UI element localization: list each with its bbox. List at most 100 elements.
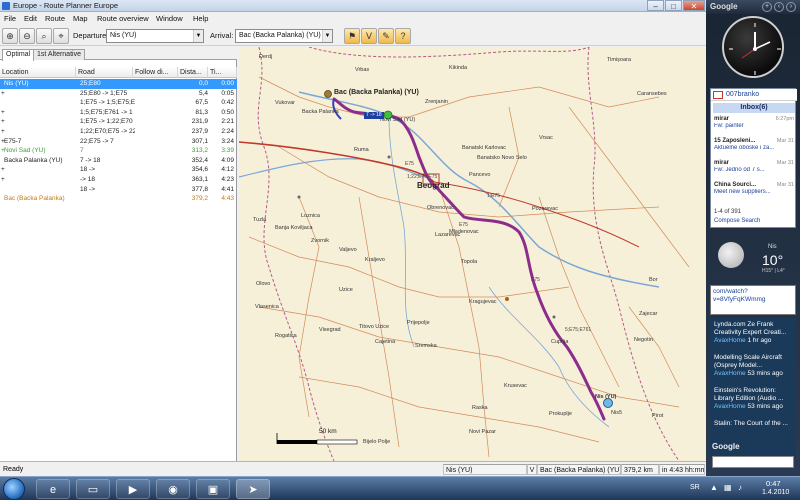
city-label: Prokuplje [549,411,572,417]
weather-gadget[interactable]: Nis 10° H15° | L4° [710,236,796,284]
arrival-select[interactable]: Bac (Backa Palanka) (YU) ▼ [235,29,333,43]
departure-select[interactable]: Nis (YU) ▼ [106,29,204,43]
table-row[interactable]: +25;E80 -> 1;E75 5,4 0:05 [0,89,237,99]
app-icon [2,2,10,10]
route-calc-icon[interactable]: ⚑ [344,28,360,44]
expand-icon[interactable]: + [1,127,5,137]
gmail-username[interactable]: 007branko [726,90,759,100]
table-row[interactable]: + -> 18 363,1 4:23 [0,175,237,185]
save-app-icon[interactable]: ▣ [196,479,230,499]
gmail-inbox-dropdown[interactable]: Inbox(6) [713,103,795,113]
feed-item[interactable]: Einstein's Revolution: Library Edition (… [714,387,794,411]
zoom-in-icon[interactable]: ⊕ [2,28,18,44]
menu-route-overview[interactable]: Route overview [97,14,149,24]
media-player-icon[interactable]: ▶ [116,479,150,499]
title-bar: Europe - Route Planner Europe – □ ✕ [0,0,706,12]
expand-icon[interactable]: + [1,89,5,99]
explorer-folder-icon[interactable]: ▭ [76,479,110,499]
taskbar-time[interactable]: 0:47 [766,479,781,488]
river-danube [298,91,660,288]
firefox-icon[interactable]: ◉ [156,479,190,499]
add-gadget-icon[interactable]: + [762,2,772,12]
arrival-label: Arrival: [210,31,234,40]
expand-icon[interactable]: + [1,165,5,175]
minimize-button[interactable]: – [647,0,664,11]
city-label: Krusevac [504,383,527,389]
menu-route[interactable]: Route [45,14,65,24]
network-icon[interactable]: ▦ [724,483,734,493]
feed-age: 1 hr ago [747,337,772,344]
table-row[interactable]: +1;5;E75;E761 -> 1 81,3 0:50 [0,108,237,118]
row-road: 1;E75 -> 1;22;E70 [80,118,133,126]
maximize-button[interactable]: □ [665,0,682,11]
menu-file[interactable]: File [4,14,16,24]
taskbar-date[interactable]: 1.4.2010 [762,489,789,496]
help-icon[interactable]: ? [395,28,411,44]
city-label: Đerdj [259,54,273,60]
google-search-input[interactable] [712,456,794,468]
start-button[interactable] [3,478,25,500]
mail-item[interactable]: China Sourci... Mar 31 Meet new supplier… [714,182,794,196]
row-road: 1;E75 -> 1;5;E75;E8 [80,99,135,107]
column-distance[interactable]: Dista... [178,67,208,78]
via-icon[interactable]: V [361,28,377,44]
language-indicator[interactable]: SR [690,484,700,491]
chevron-down-icon[interactable]: ▼ [193,30,203,42]
table-row[interactable]: Nis (YU) 25;E80 0,0 0:00 [0,79,237,89]
table-row[interactable]: +18 -> 354,6 4:12 [0,165,237,175]
chevron-down-icon[interactable]: ▼ [322,30,332,42]
table-row[interactable]: +1;E75 -> 1;22;E70 231,9 2:21 [0,117,237,127]
link-gadget[interactable]: com/watch?v=8VfyFqKWmmg [710,285,796,315]
table-row[interactable]: 18 -> 377,8 4:41 [0,185,237,195]
table-row[interactable]: Backa Palanka (YU) 7 -> 18 352,4 4:09 [0,156,237,166]
zoom-out-icon[interactable]: ⊖ [19,28,35,44]
close-button[interactable]: ✕ [683,0,705,11]
row-road: 1;5;E75;E761 -> 1 [80,108,133,116]
feed-item[interactable]: Stalin: The Court of the ... [714,420,794,428]
feed-item[interactable]: Modelling Scale Aircraft (Osprey Model..… [714,354,794,378]
ie-icon[interactable]: e [36,479,70,499]
city-label: Banja Koviljaca [275,225,313,231]
prev-icon[interactable]: ‹ [774,2,784,12]
zoom-route-icon[interactable]: ⌖ [53,28,69,44]
map-view[interactable]: Đerdj Bac (Backa Palanka) (YU) Vrbas Vuk… [239,47,706,461]
city-label: Zrenjanin [425,99,448,105]
table-row[interactable]: +1;22;E70;E75 -> 22 237,9 2:24 [0,127,237,137]
menu-map[interactable]: Map [73,14,88,24]
menu-window[interactable]: Window [156,14,183,24]
youtube-link[interactable]: com/watch?v=8VfyFqKWmmg [713,288,766,303]
tab-optimal[interactable]: Optimal [2,49,35,61]
column-road[interactable]: Road [76,67,133,78]
tray-chevron-icon[interactable]: ▲ [710,483,720,493]
table-row[interactable]: Bac (Backa Palanka) 379,2 4:43 [0,194,237,204]
feed-source: AvaxHome [714,337,746,344]
destination-marker[interactable] [324,90,332,98]
expand-icon[interactable]: + [1,117,5,127]
next-icon[interactable]: › [786,2,796,12]
route-planner-task-icon[interactable]: ➤ [236,479,270,499]
route-options-icon[interactable]: ✎ [378,28,394,44]
row-road: 7 [80,147,84,155]
volume-icon[interactable]: ♪ [738,483,748,493]
row-time: 4:41 [221,185,234,193]
feed-item[interactable]: Lynda.com Ze Frank Creativity Expert Cre… [714,321,794,345]
mail-item[interactable]: 15 Zaposleni... Mar 31 Aktuelne oboske i… [714,138,794,152]
table-row[interactable]: + Novi Sad (YU) 7 313,2 3:39 [0,146,237,156]
table-row[interactable]: 1;E75 -> 1;5;E75;E8 67,5 0:42 [0,98,237,108]
column-follow-direction[interactable]: Follow di... [133,67,178,78]
mail-item[interactable]: mirar 6:27pm Fw: painter [714,116,794,130]
column-location[interactable]: Location [0,67,76,78]
city-label: Rogatica [275,333,297,339]
expand-icon[interactable]: + [1,175,5,185]
menu-help[interactable]: Help [193,14,208,24]
tab-first-alternative[interactable]: 1st Alternative [33,49,85,60]
road-label: 5;E75;E761 [565,327,592,333]
zoom-area-icon[interactable]: ⌕ [36,28,52,44]
expand-icon[interactable]: + [1,108,5,118]
mail-item[interactable]: mirar Mar 31 Fw: Jedno od 7 s... [714,160,794,174]
menu-edit[interactable]: Edit [24,14,37,24]
clock-gadget[interactable] [722,16,784,78]
gmail-compose-search-link[interactable]: Compose Search [714,218,760,224]
table-row[interactable]: + E75-7 22;E75 -> 7 307,1 3:24 [0,137,237,147]
column-time[interactable]: Ti... [208,67,237,78]
